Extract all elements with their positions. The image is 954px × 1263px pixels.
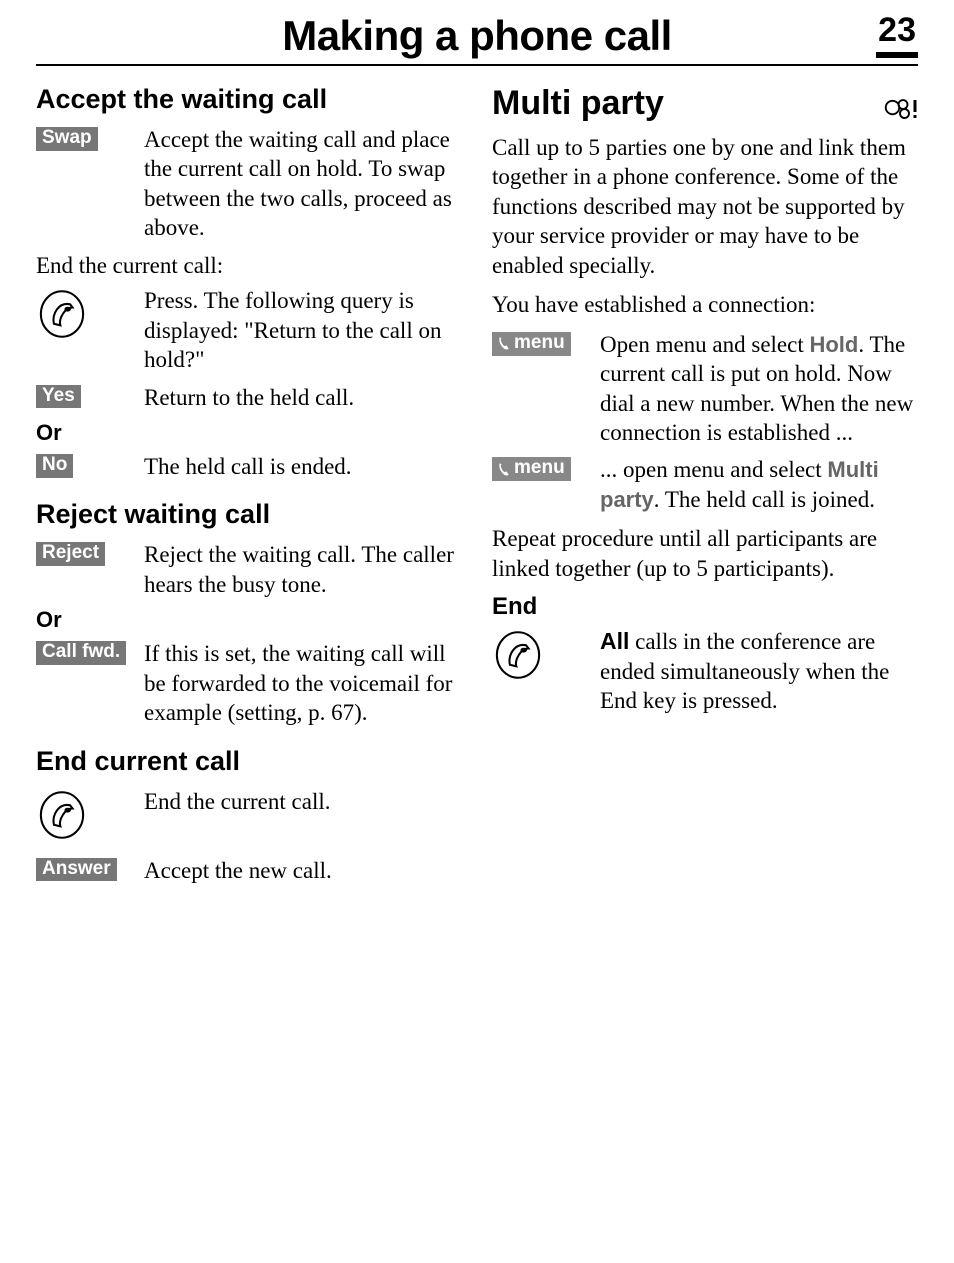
right-column: Multi party Call up to 5 parties one by … xyxy=(492,84,918,893)
call-icon xyxy=(496,335,510,351)
end-call-icon[interactable] xyxy=(36,789,88,841)
multi-party-description: ... open menu and select Multi party. Th… xyxy=(600,455,918,514)
repeat-text: Repeat procedure until all participants … xyxy=(492,524,918,583)
all-word: All xyxy=(600,628,629,654)
multi-party-intro: Call up to 5 parties one by one and link… xyxy=(492,133,918,280)
hold-description: Open menu and select Hold. The current c… xyxy=(600,330,918,448)
answer-softkey[interactable]: Answer xyxy=(36,858,117,882)
call-fwd-softkey[interactable]: Call fwd. xyxy=(36,641,126,665)
answer-description: Accept the new call. xyxy=(144,856,462,885)
end-all-description: All calls in the conference are ended si… xyxy=(600,627,918,715)
call-menu-softkey[interactable]: menu xyxy=(492,457,571,481)
or-text: Or xyxy=(36,420,462,446)
end-description: End the current call. xyxy=(144,787,462,816)
call-icon xyxy=(496,461,510,477)
page-header: Making a phone call 23 xyxy=(36,12,918,66)
menu-label: menu xyxy=(514,458,565,479)
end-current-intro: End the current call: xyxy=(36,251,462,280)
page-title: Making a phone call xyxy=(282,12,672,60)
call-menu-softkey[interactable]: menu xyxy=(492,332,571,356)
yes-softkey[interactable]: Yes xyxy=(36,385,81,409)
reject-softkey[interactable]: Reject xyxy=(36,542,105,566)
page-number: 23 xyxy=(876,11,918,58)
no-description: The held call is ended. xyxy=(144,452,462,481)
heading-multi-party: Multi party xyxy=(492,84,664,123)
heading-accept-waiting: Accept the waiting call xyxy=(36,84,462,115)
menu-label: menu xyxy=(514,333,565,354)
heading-end: End xyxy=(492,593,918,621)
press-description: Press. The following query is displayed:… xyxy=(144,286,462,374)
end-call-icon[interactable] xyxy=(36,288,88,340)
established-text: You have established a connection: xyxy=(492,290,918,319)
service-provider-icon xyxy=(882,95,918,123)
left-column: Accept the waiting call Swap Accept the … xyxy=(36,84,462,893)
swap-softkey[interactable]: Swap xyxy=(36,127,98,151)
heading-reject-waiting: Reject waiting call xyxy=(36,499,462,530)
heading-end-current: End current call xyxy=(36,746,462,777)
no-softkey[interactable]: No xyxy=(36,454,73,478)
hold-word: Hold xyxy=(809,332,858,357)
end-call-icon[interactable] xyxy=(492,629,544,681)
or-text-2: Or xyxy=(36,607,462,633)
call-fwd-description: If this is set, the waiting call will be… xyxy=(144,639,462,727)
reject-description: Reject the waiting call. The caller hear… xyxy=(144,540,462,599)
swap-description: Accept the waiting call and place the cu… xyxy=(144,125,462,243)
yes-description: Return to the held call. xyxy=(144,383,462,412)
